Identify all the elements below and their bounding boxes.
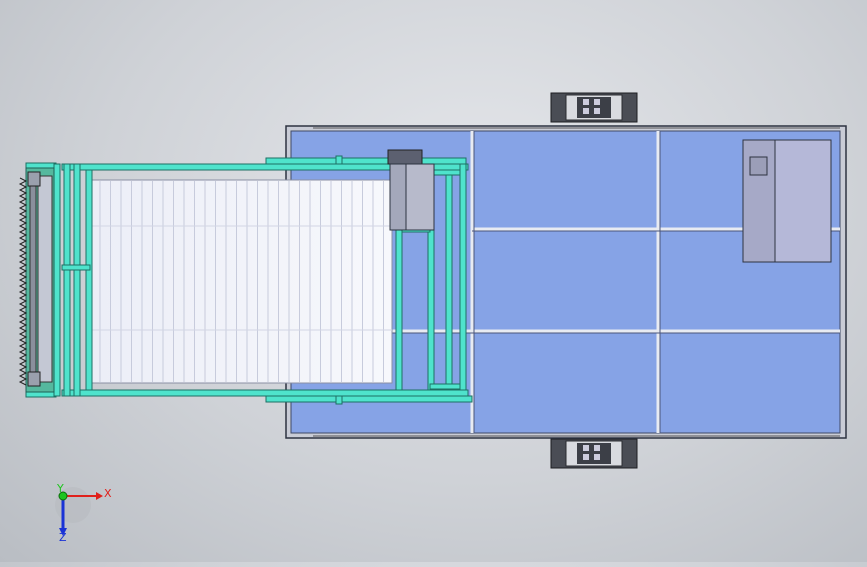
wheel-unit-top	[550, 92, 638, 123]
x-axis-label: X	[104, 487, 112, 500]
assembly-drawing: X Y Z	[18, 92, 847, 544]
control-box	[742, 139, 832, 263]
wheel-unit-bottom	[550, 438, 638, 469]
drive-end	[18, 167, 55, 393]
conveyor-belt	[91, 179, 393, 384]
coordinate-triad: X Y Z	[55, 482, 112, 544]
y-axis-label: Y	[56, 482, 64, 495]
cad-viewport[interactable]: X Y Z	[0, 0, 867, 562]
z-axis-label: Z	[59, 531, 67, 544]
